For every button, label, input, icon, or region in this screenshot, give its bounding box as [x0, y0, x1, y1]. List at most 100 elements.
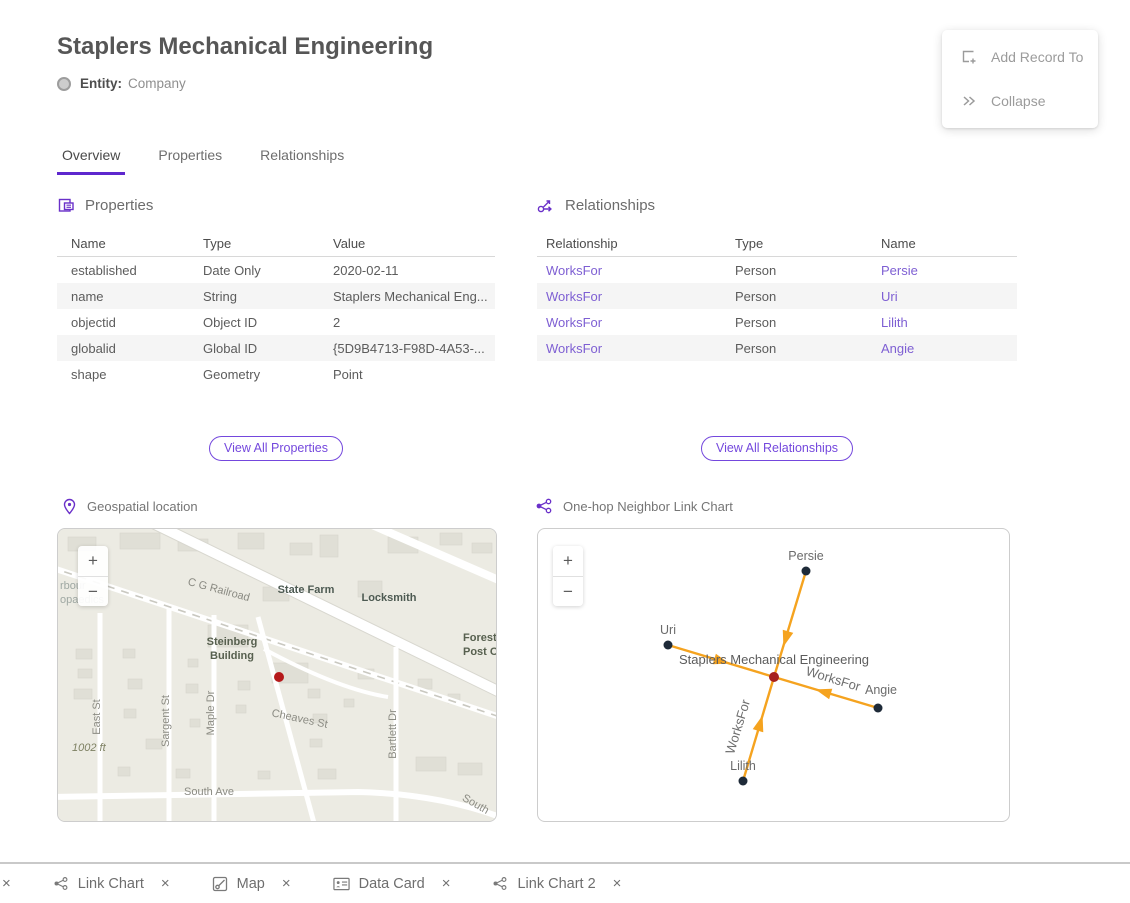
column-header: Type — [735, 236, 881, 251]
node-label-center: Staplers Mechanical Engineering — [679, 652, 869, 667]
link-chart-icon — [53, 876, 69, 891]
relationship-type-cell: Person — [735, 341, 881, 356]
relationships-section-header: Relationships — [537, 197, 655, 214]
property-type-cell: Date Only — [203, 263, 333, 278]
properties-icon — [58, 197, 75, 214]
map-canvas: rbour opaedics C G Railroad State Farm L… — [58, 529, 497, 822]
property-type-cell: Object ID — [203, 315, 333, 330]
column-header: Type — [203, 236, 333, 251]
property-row: establishedDate Only2020-02-11 — [57, 257, 495, 283]
relationship-link[interactable]: WorksFor — [546, 289, 735, 304]
node-label-lilith: Lilith — [730, 759, 756, 773]
map-icon — [212, 876, 228, 892]
section-title: One-hop Neighbor Link Chart — [563, 499, 733, 514]
page-title: Staplers Mechanical Engineering — [57, 33, 433, 61]
column-header: Value — [333, 236, 495, 251]
related-entity-link[interactable]: Uri — [881, 289, 1017, 304]
bottom-tab-link-chart-2[interactable]: Link Chart 2 × — [492, 875, 621, 892]
map-label-maple-dr: Maple Dr — [205, 690, 217, 735]
map-zoom-control: + − — [78, 546, 108, 606]
property-value-cell: 2020-02-11 — [333, 263, 495, 278]
table-header: Name Type Value — [57, 230, 495, 257]
node-center-staplers[interactable] — [769, 672, 779, 682]
entity-row: Entity: Company — [57, 76, 186, 91]
related-entity-link[interactable]: Persie — [881, 263, 1017, 278]
clipped-tab-close-button[interactable]: × — [2, 875, 11, 892]
property-value-cell: Staplers Mechanical Eng... — [333, 289, 495, 304]
property-value-cell: {5D9B4713-F98D-4A53-... — [333, 341, 495, 356]
relationship-link[interactable]: WorksFor — [546, 263, 735, 278]
link-chart-zoom-out-button[interactable]: − — [553, 576, 583, 606]
section-title: Properties — [85, 197, 153, 214]
relationship-link[interactable]: WorksFor — [546, 315, 735, 330]
data-card-page: Staplers Mechanical Engineering Entity: … — [0, 0, 1130, 903]
properties-actions: View All Properties — [57, 436, 495, 461]
map-panel[interactable]: rbour opaedics C G Railroad State Farm L… — [57, 528, 497, 822]
link-chart-section-header: One-hop Neighbor Link Chart — [535, 498, 733, 514]
bottom-tabs-container: Link Chart×Map×Data Card×Link Chart 2× — [11, 875, 622, 892]
related-entity-link[interactable]: Lilith — [881, 315, 1017, 330]
properties-table: Name Type Value establishedDate Only2020… — [57, 230, 495, 387]
tab-properties[interactable]: Properties — [153, 145, 227, 175]
property-value-cell: Point — [333, 367, 495, 382]
tab-relationships[interactable]: Relationships — [255, 145, 349, 175]
tab-overview[interactable]: Overview — [57, 145, 125, 175]
property-name-cell: established — [71, 263, 203, 278]
relationship-row: WorksForPersonAngie — [537, 335, 1017, 361]
property-name-cell: globalid — [71, 341, 203, 356]
map-zoom-in-button[interactable]: + — [78, 546, 108, 576]
node-persie[interactable] — [802, 567, 811, 576]
menu-item-collapse[interactable]: Collapse — [942, 79, 1098, 123]
relationship-link[interactable]: WorksFor — [546, 341, 735, 356]
data-card-icon — [333, 877, 350, 891]
property-name-cell: shape — [71, 367, 203, 382]
entity-label: Entity: — [80, 76, 122, 91]
link-chart-icon — [492, 876, 508, 891]
menu-item-label: Collapse — [991, 93, 1045, 109]
bottom-tab-label: Link Chart 2 — [517, 876, 595, 892]
node-angie[interactable] — [874, 704, 883, 713]
tab-strip: Overview Properties Relationships — [57, 145, 349, 175]
link-chart-panel[interactable]: WorksFor WorksFor Persie Uri Angie Lilit… — [537, 528, 1010, 822]
tab-close-button[interactable]: × — [282, 875, 291, 892]
section-title: Relationships — [565, 197, 655, 214]
column-header: Relationship — [546, 236, 735, 251]
tab-close-button[interactable]: × — [442, 875, 451, 892]
bottom-tab-bar: × Link Chart×Map×Data Card×Link Chart 2× — [0, 862, 1130, 903]
link-chart-canvas: WorksFor WorksFor Persie Uri Angie Lilit… — [538, 529, 1010, 822]
map-label-forest-1: Forest Par — [463, 632, 497, 644]
table-header: Relationship Type Name — [537, 230, 1017, 257]
map-zoom-out-button[interactable]: − — [78, 576, 108, 606]
menu-item-add-record-to[interactable]: Add Record To — [942, 35, 1098, 79]
bottom-tab-map[interactable]: Map× — [212, 875, 291, 892]
map-label-bartlett-dr: Bartlett Dr — [387, 709, 399, 759]
map-label-forest-2: Post Offic — [463, 646, 497, 658]
geospatial-section-header: Geospatial location — [62, 498, 198, 515]
map-scale-label: 1002 ft — [72, 742, 107, 754]
location-pin-icon — [62, 498, 77, 515]
property-row: objectidObject ID2 — [57, 309, 495, 335]
relationships-table: Relationship Type Name WorksForPersonPer… — [537, 230, 1017, 361]
column-header: Name — [881, 236, 1017, 251]
relationship-row: WorksForPersonLilith — [537, 309, 1017, 335]
link-chart-zoom-control: + − — [553, 546, 583, 606]
tab-close-button[interactable]: × — [161, 875, 170, 892]
bottom-tab-link-chart[interactable]: Link Chart × — [53, 875, 170, 892]
property-type-cell: Geometry — [203, 367, 333, 382]
view-all-relationships-button[interactable]: View All Relationships — [701, 436, 853, 461]
tab-close-button[interactable]: × — [613, 875, 622, 892]
bottom-tab-label: Link Chart — [78, 876, 144, 892]
view-all-properties-button[interactable]: View All Properties — [209, 436, 343, 461]
link-chart-zoom-in-button[interactable]: + — [553, 546, 583, 576]
related-entity-link[interactable]: Angie — [881, 341, 1017, 356]
map-entity-marker[interactable] — [274, 672, 284, 682]
node-lilith[interactable] — [739, 777, 748, 786]
node-uri[interactable] — [664, 641, 673, 650]
map-label-south-ave: South Ave — [184, 786, 234, 798]
collapse-icon — [960, 92, 978, 110]
bottom-tab-data-card[interactable]: Data Card× — [333, 875, 451, 892]
relationship-type-cell: Person — [735, 263, 881, 278]
table-body: establishedDate Only2020-02-11nameString… — [57, 257, 495, 387]
link-chart-edge-labels: WorksFor WorksFor — [722, 663, 863, 755]
edge-label-worksfor-lilith: WorksFor — [722, 697, 753, 756]
